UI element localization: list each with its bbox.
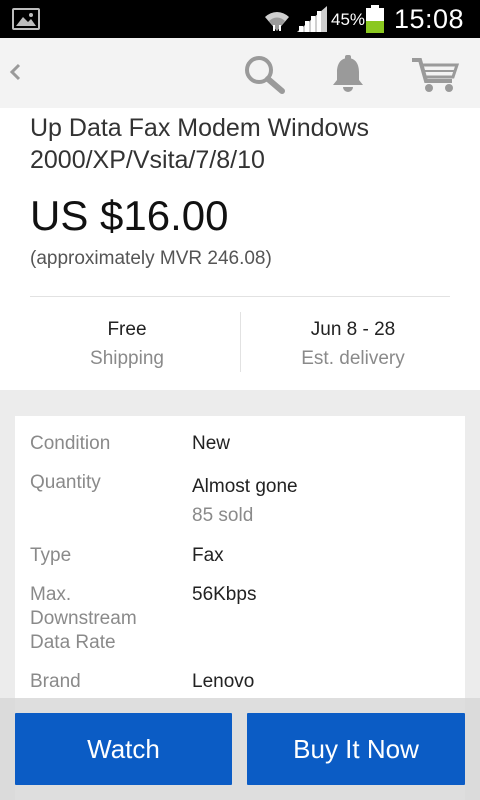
spec-label-quantity: Quantity — [30, 472, 101, 493]
bottom-action-bar: Watch Buy It Now — [0, 698, 480, 800]
spec-value-quantity: Almost gone — [192, 476, 298, 497]
cart-icon[interactable] — [410, 56, 460, 99]
spec-label-brand: Brand — [30, 671, 81, 692]
battery-icon — [366, 5, 384, 33]
battery-percent: 45% — [331, 10, 366, 29]
delivery-info: Jun 8 - 28 Est. delivery — [248, 316, 458, 374]
buy-it-now-button[interactable]: Buy It Now — [247, 713, 465, 785]
back-icon[interactable] — [6, 56, 26, 88]
image-notification-icon — [12, 8, 40, 30]
shipping-label: Shipping — [90, 348, 164, 369]
spec-value-condition: New — [192, 433, 231, 454]
shipping-value: Free — [107, 319, 147, 340]
listing-price: US $16.00 — [30, 192, 229, 239]
spec-value-downstream-rate: 56Kbps — [192, 584, 257, 605]
spec-label-type: Type — [30, 545, 72, 566]
spec-value-type: Fax — [192, 545, 224, 566]
spec-label-condition: Condition — [30, 433, 111, 454]
app-bar — [0, 38, 480, 109]
signal-icon — [297, 6, 327, 37]
approximate-price: (approximately MVR 246.08) — [30, 248, 272, 269]
wifi-icon — [262, 5, 292, 38]
clock: 15:08 — [394, 4, 465, 34]
delivery-label: Est. delivery — [301, 348, 405, 369]
spec-sub-quantity: 85 sold — [192, 505, 254, 526]
divider — [30, 296, 450, 297]
search-icon[interactable] — [242, 54, 286, 99]
spec-label-downstream-rate: Max. Downstream Data Rate — [30, 584, 137, 653]
bell-icon[interactable] — [328, 54, 368, 99]
status-bar: 45% 15:08 — [0, 0, 480, 38]
spec-value-brand: Lenovo — [192, 671, 255, 692]
delivery-value: Jun 8 - 28 — [310, 319, 396, 340]
listing-summary-card: Lenovo USB 56K V.92 External Dial Up Dat… — [0, 108, 480, 390]
watch-button[interactable]: Watch — [15, 713, 232, 785]
listing-title: Lenovo USB 56K V.92 External Dial Up Dat… — [30, 108, 427, 174]
shipping-info: Free Shipping — [22, 316, 232, 374]
divider — [240, 312, 241, 372]
